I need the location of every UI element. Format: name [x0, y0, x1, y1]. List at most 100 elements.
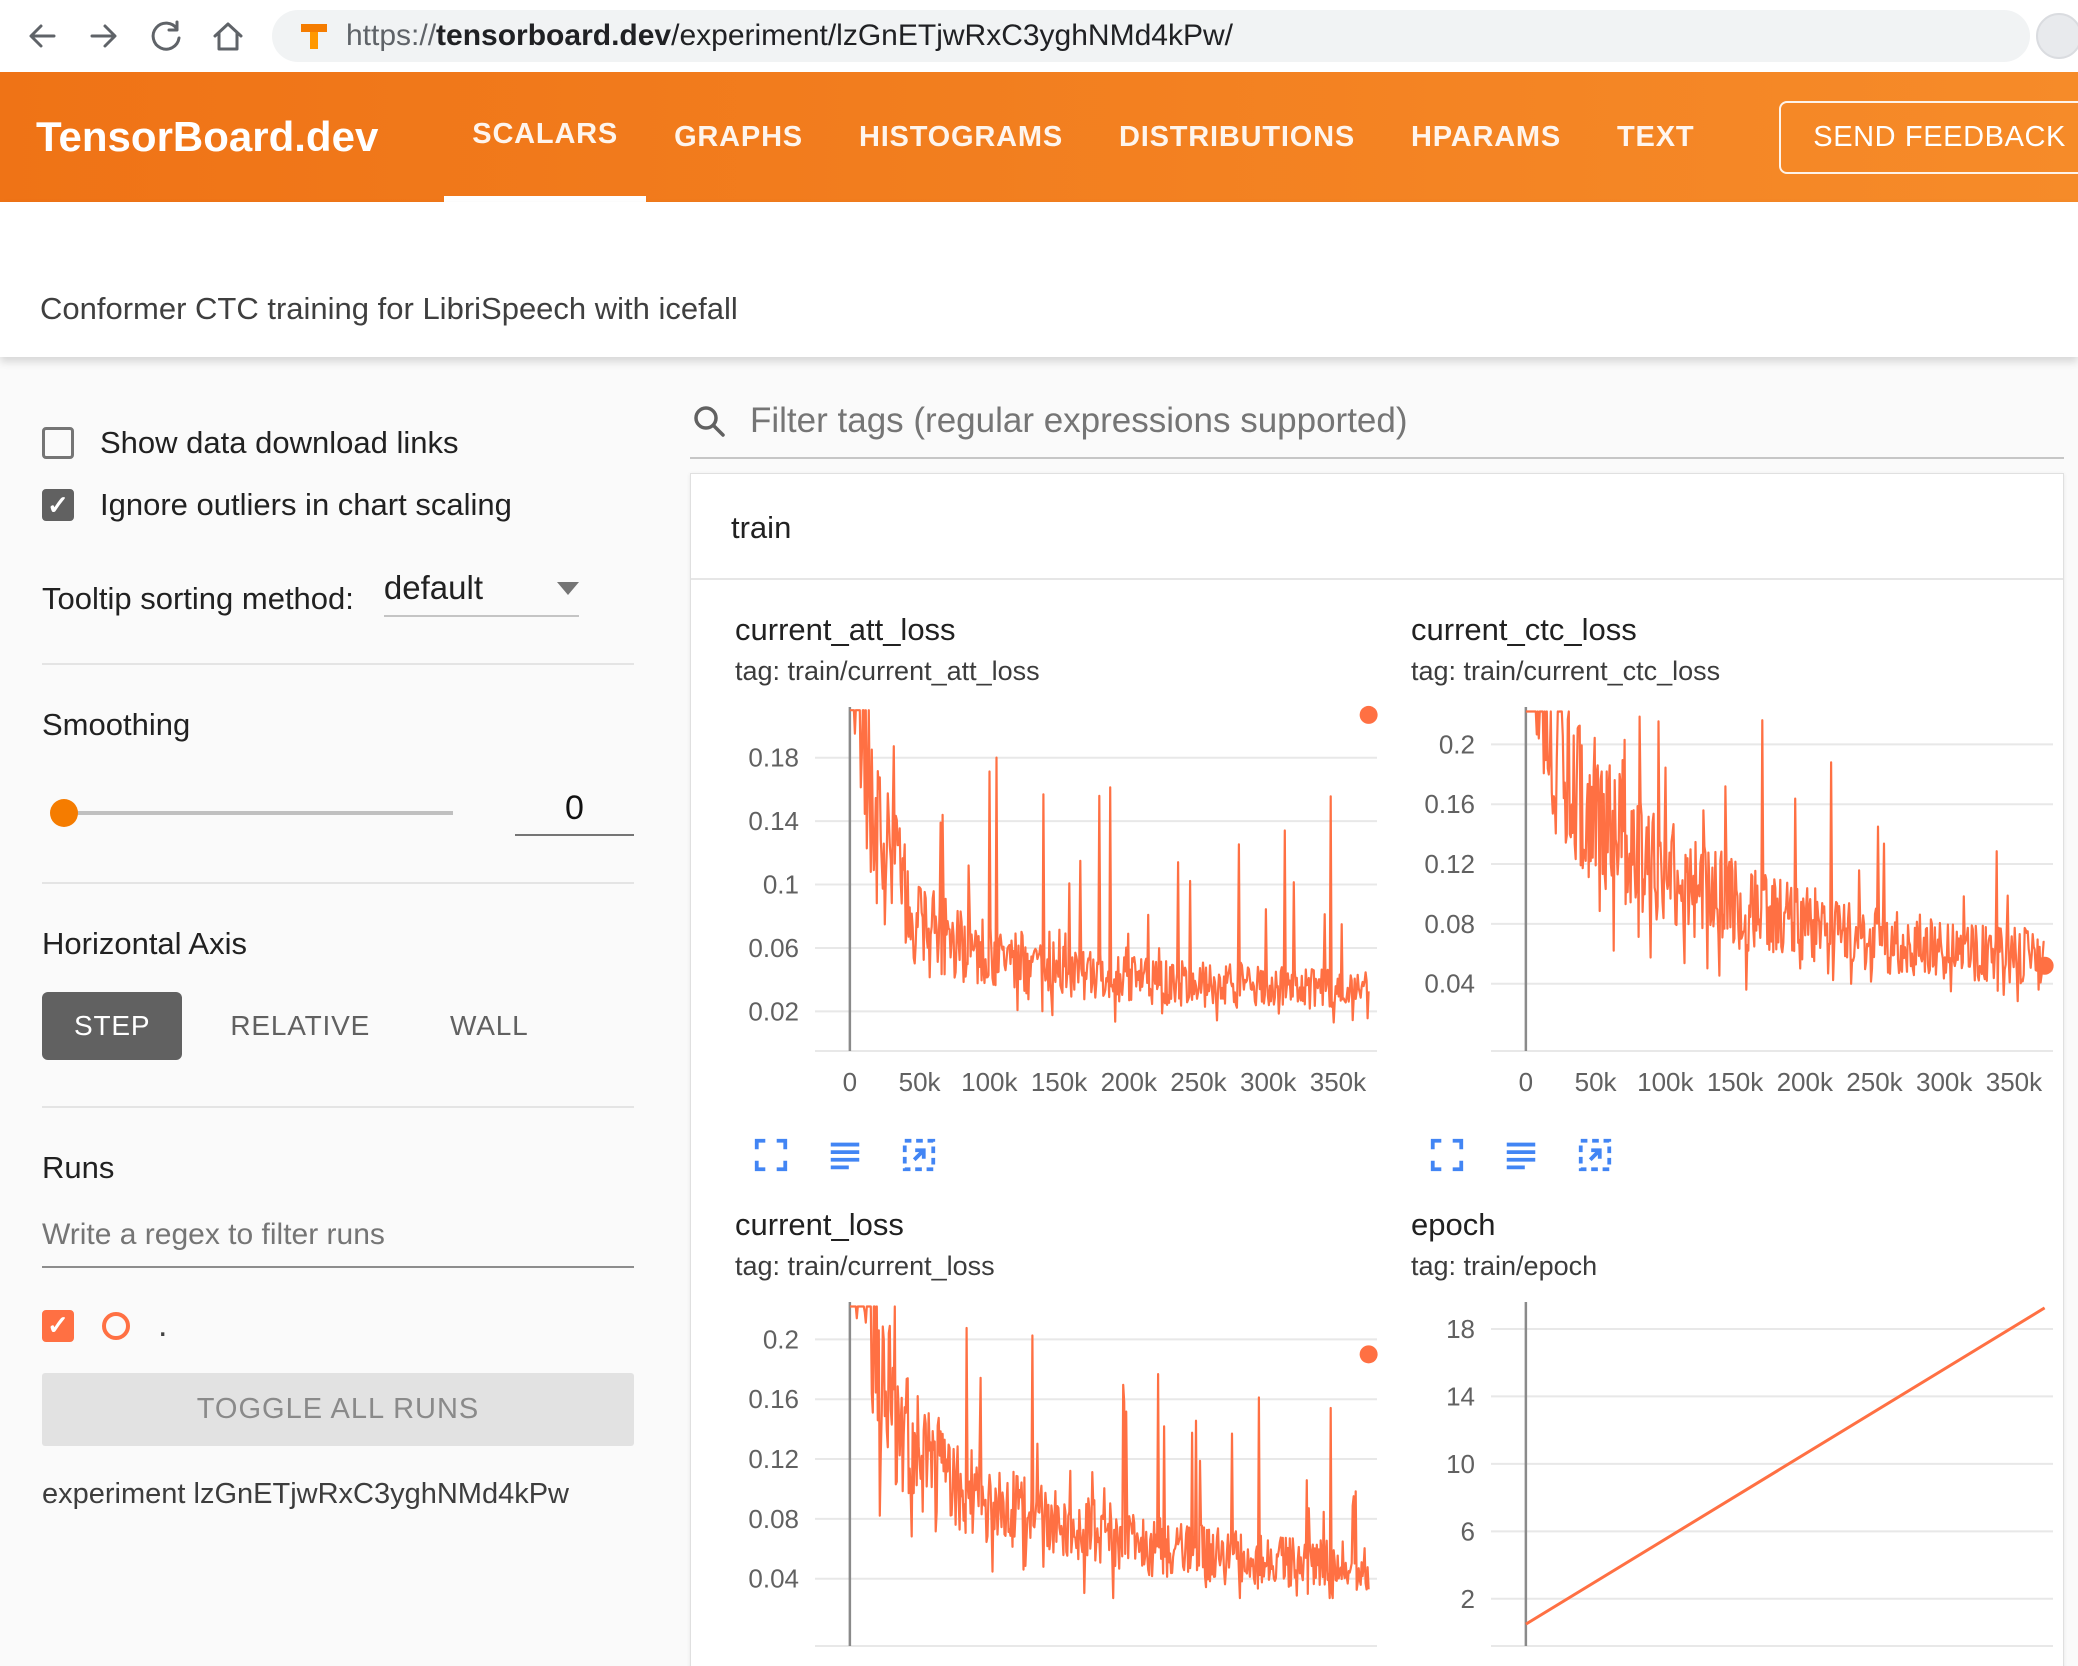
svg-text:0: 0: [1519, 1067, 1533, 1097]
fit-domain-button[interactable]: [897, 1133, 941, 1177]
sidebar-divider: [42, 663, 634, 665]
fit-domain-icon: [902, 1138, 936, 1172]
svg-text:100k: 100k: [1637, 1067, 1694, 1097]
toggle-all-runs-button[interactable]: TOGGLE ALL RUNS: [42, 1373, 634, 1446]
filter-tags-row[interactable]: Filter tags (regular expressions support…: [690, 401, 2064, 459]
svg-text:350k: 350k: [1310, 1067, 1367, 1097]
chart-title: epoch: [1411, 1207, 1496, 1242]
expand-icon: [1430, 1138, 1464, 1172]
svg-text:150k: 150k: [1031, 1662, 1088, 1666]
svg-text:0.04: 0.04: [1424, 969, 1475, 999]
svg-text:200k: 200k: [1101, 1662, 1158, 1666]
svg-text:0.08: 0.08: [1424, 909, 1475, 939]
tab-histograms[interactable]: HISTOGRAMS: [831, 72, 1091, 202]
browser-profile-avatar[interactable]: [2036, 13, 2078, 59]
ignore-outliers-row[interactable]: Ignore outliers in chart scaling: [42, 487, 634, 523]
home-button[interactable]: [200, 8, 256, 64]
chart-canvas[interactable]: 0.02 0.06 0.1 0.14 0.18 0 50k 100k 150k 200k 250k 3…: [735, 699, 1385, 1129]
forward-button[interactable]: [76, 8, 132, 64]
settings-sidebar: Show data download links Ignore outliers…: [0, 357, 660, 1666]
svg-text:350k: 350k: [1310, 1662, 1367, 1666]
sidebar-divider: [42, 882, 634, 884]
svg-text:0.04: 0.04: [748, 1564, 799, 1594]
runs-label: Runs: [42, 1150, 115, 1185]
tab-distributions[interactable]: DISTRIBUTIONS: [1091, 72, 1383, 202]
svg-text:0: 0: [1519, 1662, 1533, 1666]
svg-text:100k: 100k: [961, 1662, 1018, 1666]
svg-text:150k: 150k: [1707, 1662, 1764, 1666]
svg-text:300k: 300k: [1916, 1662, 1973, 1666]
svg-text:100k: 100k: [1637, 1662, 1694, 1666]
expand-chart-button[interactable]: [1425, 1133, 1469, 1177]
header-tabs: SCALARS GRAPHS HISTOGRAMS DISTRIBUTIONS …: [444, 72, 1722, 202]
svg-text:200k: 200k: [1101, 1067, 1158, 1097]
svg-text:250k: 250k: [1170, 1662, 1227, 1666]
show-download-links-checkbox[interactable]: [42, 427, 74, 459]
svg-text:300k: 300k: [1916, 1067, 1973, 1097]
log-scale-button[interactable]: [823, 1133, 867, 1177]
reload-button[interactable]: [138, 8, 194, 64]
address-bar[interactable]: https://tensorboard.dev/experiment/lzGnE…: [272, 10, 2030, 62]
expand-icon: [754, 1138, 788, 1172]
svg-text:50k: 50k: [1575, 1067, 1618, 1097]
axis-wall-button[interactable]: WALL: [418, 992, 560, 1060]
chart-current-att-loss: current_att_loss tag: train/current_att_…: [735, 612, 1385, 1177]
app-brand: TensorBoard.dev: [36, 113, 379, 160]
svg-text:0.18: 0.18: [748, 743, 799, 773]
fit-domain-icon: [1578, 1138, 1612, 1172]
tab-graphs[interactable]: GRAPHS: [646, 72, 831, 202]
send-feedback-button[interactable]: SEND FEEDBACK: [1779, 100, 2078, 174]
svg-text:250k: 250k: [1846, 1662, 1903, 1666]
log-scale-button[interactable]: [1499, 1133, 1543, 1177]
svg-text:50k: 50k: [1575, 1662, 1618, 1666]
chart-canvas[interactable]: 0.04 0.08 0.12 0.16 0.2 0 50k 100k 150k 200k 250k 3…: [735, 1294, 1385, 1666]
horizontal-axis-label: Horizontal Axis: [42, 926, 248, 961]
show-download-links-row[interactable]: Show data download links: [42, 425, 634, 461]
chart-tag: tag: train/current_ctc_loss: [1411, 656, 1721, 686]
svg-text:0.06: 0.06: [748, 933, 799, 963]
axis-relative-button[interactable]: RELATIVE: [198, 992, 402, 1060]
tooltip-sorting-select[interactable]: default: [383, 569, 579, 617]
svg-text:6: 6: [1461, 1516, 1475, 1546]
back-button[interactable]: [14, 8, 70, 64]
run-name: .: [158, 1306, 168, 1344]
smoothing-slider[interactable]: [50, 798, 453, 827]
chevron-down-icon: [556, 581, 579, 595]
chart-canvas[interactable]: 2 6 10 14 18 0 50k 100k 150k 200k 250k 300k 350k: [1411, 1294, 2061, 1666]
app-header: TensorBoard.dev SCALARS GRAPHS HISTOGRAM…: [0, 72, 2078, 202]
svg-text:0.16: 0.16: [748, 1384, 799, 1414]
url-path: /experiment/lzGnETjwRxC3yghNMd4kPw/: [671, 19, 1233, 52]
expand-chart-button[interactable]: [749, 1133, 793, 1177]
chart-current-ctc-loss: current_ctc_loss tag: train/current_ctc_…: [1411, 612, 2061, 1177]
url-text: https://tensorboard.dev/experiment/lzGnE…: [346, 19, 1233, 53]
tag-group-title[interactable]: train: [691, 474, 2063, 580]
chart-canvas[interactable]: 0.04 0.08 0.12 0.16 0.2 0 50k 100k 150k 200k 250k 3…: [1411, 699, 2061, 1129]
svg-text:0.12: 0.12: [748, 1444, 799, 1474]
svg-text:0.1: 0.1: [763, 870, 799, 900]
svg-text:150k: 150k: [1031, 1067, 1088, 1097]
svg-text:300k: 300k: [1240, 1067, 1297, 1097]
svg-text:250k: 250k: [1170, 1067, 1227, 1097]
svg-text:0.14: 0.14: [748, 806, 799, 836]
chart-title: current_loss: [735, 1207, 904, 1242]
runs-filter-input[interactable]: Write a regex to filter runs: [42, 1218, 634, 1268]
sidebar-divider: [42, 1106, 634, 1108]
tab-text[interactable]: TEXT: [1589, 72, 1722, 202]
chart-tag: tag: train/epoch: [1411, 1251, 1598, 1281]
filter-tags-input[interactable]: Filter tags (regular expressions support…: [750, 401, 1408, 441]
experiment-subheader: Conformer CTC training for LibriSpeech w…: [0, 202, 2078, 357]
smoothing-slider-thumb[interactable]: [50, 798, 78, 827]
ignore-outliers-checkbox[interactable]: [42, 489, 74, 521]
horizontal-lines-icon: [1506, 1142, 1536, 1170]
smoothing-value-input[interactable]: 0: [514, 789, 634, 836]
chart-tag: tag: train/current_att_loss: [735, 656, 1040, 686]
axis-step-button[interactable]: STEP: [42, 992, 183, 1060]
run-row[interactable]: .: [42, 1306, 634, 1345]
tab-hparams[interactable]: HPARAMS: [1383, 72, 1589, 202]
run-checkbox[interactable]: [42, 1309, 74, 1342]
tooltip-sorting-value: default: [383, 569, 483, 606]
search-icon: [694, 406, 725, 437]
main-panel: Filter tags (regular expressions support…: [660, 357, 2078, 1666]
tab-scalars[interactable]: SCALARS: [444, 72, 647, 202]
fit-domain-button[interactable]: [1573, 1133, 1617, 1177]
